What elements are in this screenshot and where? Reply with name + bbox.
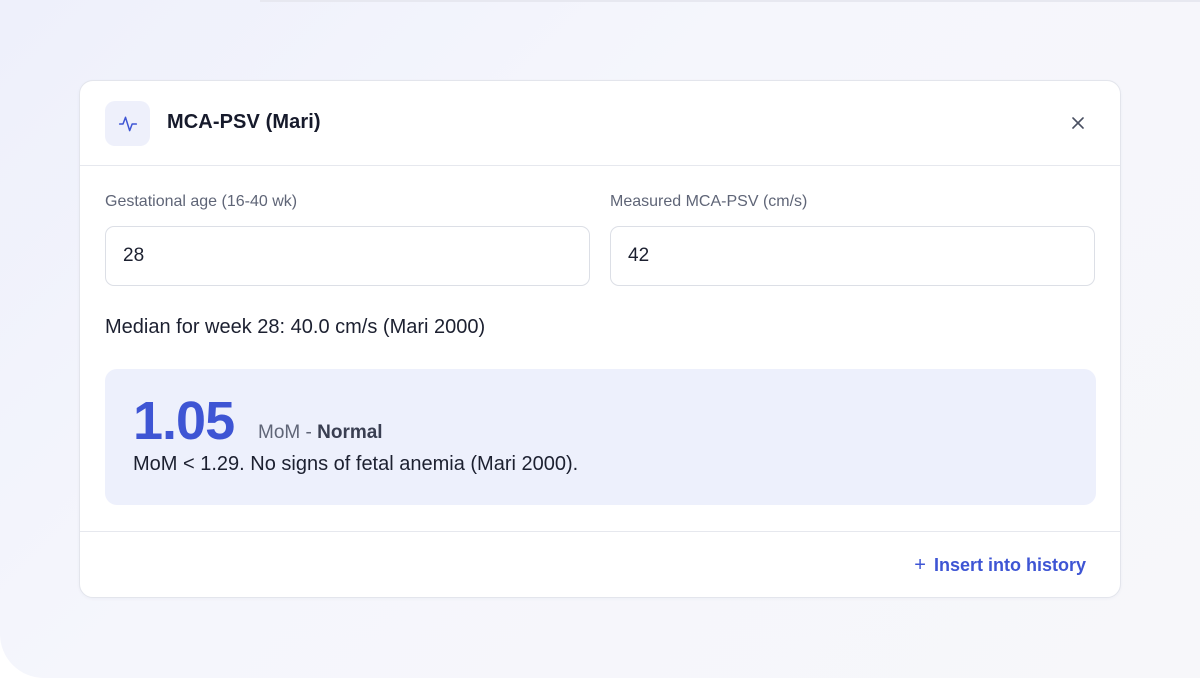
result-description: MoM < 1.29. No signs of fetal anemia (Ma… (133, 453, 579, 475)
result-panel: 1.05 MoM - Normal MoM < 1.29. No signs o… (105, 369, 1096, 505)
gestational-age-label: Gestational age (16-40 wk) (105, 193, 298, 210)
close-button[interactable] (1066, 111, 1090, 135)
insert-into-history-button[interactable]: + Insert into history (914, 554, 1086, 577)
insert-label: Insert into history (933, 555, 1086, 575)
measured-psv-label: Measured MCA-PSV (cm/s) (610, 193, 808, 210)
mom-value: 1.05 (133, 391, 235, 451)
card-title: MCA-PSV (Mari) (167, 111, 321, 133)
pulse-icon (105, 101, 150, 146)
measured-psv-input[interactable] (610, 226, 1095, 286)
median-reference-text: Median for week 28: 40.0 cm/s (Mari 2000… (105, 316, 486, 338)
gestational-age-input[interactable] (105, 226, 590, 286)
mom-separator: - (305, 422, 312, 443)
card-footer: + Insert into history (80, 531, 1120, 599)
card-header: MCA-PSV (Mari) (80, 81, 1120, 166)
mom-unit: MoM (258, 422, 301, 443)
plus-icon: + (914, 554, 926, 576)
close-icon (1072, 117, 1084, 129)
result-status: Normal (317, 422, 383, 443)
mom-unit-line: MoM - Normal (258, 422, 383, 444)
top-divider (260, 0, 1200, 2)
calculator-card: MCA-PSV (Mari) Gestational age (16-40 wk… (79, 80, 1121, 598)
